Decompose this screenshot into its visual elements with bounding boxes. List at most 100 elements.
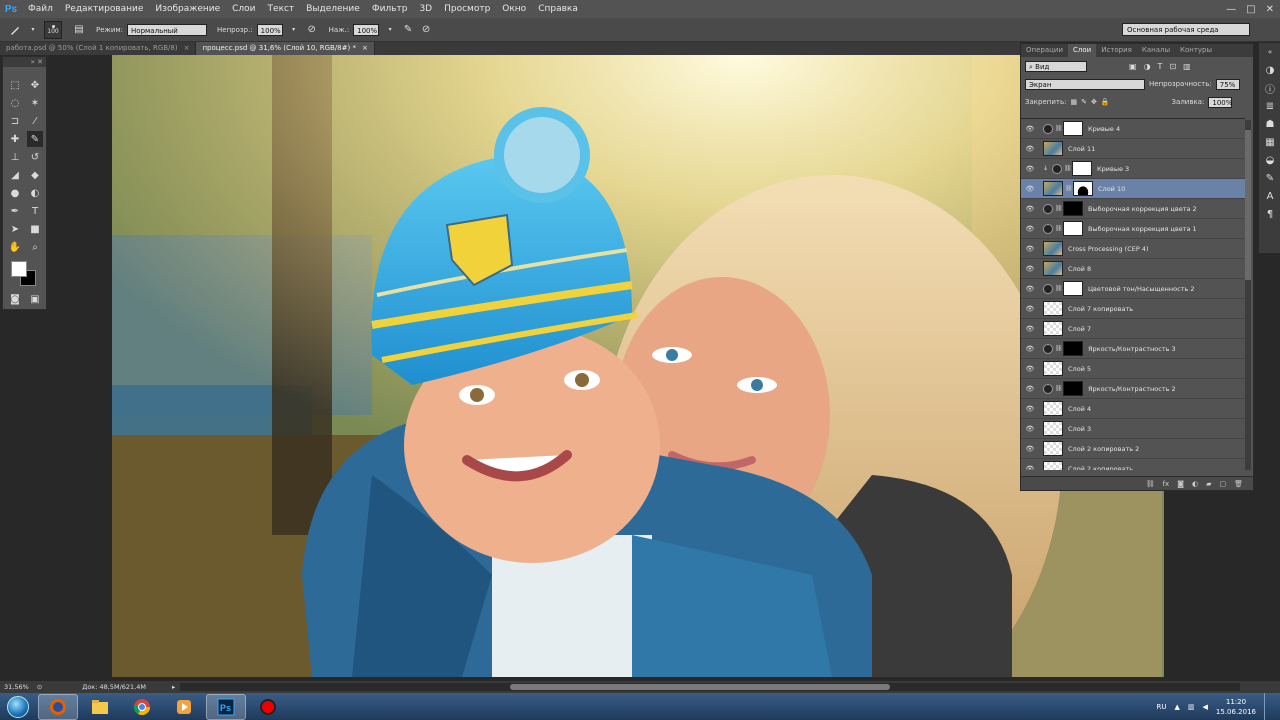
history-brush-icon[interactable]: ↺ — [27, 149, 43, 165]
brush-tool-icon[interactable] — [8, 23, 22, 37]
menu-filter[interactable]: Фильтр — [366, 0, 414, 18]
workspace-select[interactable]: Основная рабочая среда — [1122, 23, 1250, 36]
network-icon[interactable]: ▥ — [1188, 703, 1195, 711]
visibility-eye-icon[interactable]: 👁 — [1021, 425, 1039, 433]
layer-thumbnail[interactable] — [1043, 421, 1063, 436]
layer-thumbnail[interactable] — [1043, 181, 1063, 196]
quick-mask-icon[interactable]: ◙ — [7, 291, 23, 307]
layer-thumbnail[interactable] — [1043, 261, 1063, 276]
link-icon[interactable]: ⛓ — [1146, 480, 1155, 488]
styles-panel-icon[interactable]: ☗ — [1259, 115, 1280, 133]
layer-name[interactable]: Кривые 3 — [1097, 165, 1129, 173]
horizontal-scrollbar[interactable] — [180, 683, 1240, 691]
screen-mode-icon[interactable]: ▣ — [27, 291, 43, 307]
tab-actions[interactable]: Операции — [1021, 44, 1068, 57]
menu-text[interactable]: Текст — [262, 0, 301, 18]
layer-row[interactable]: 👁 Слой 3 — [1021, 419, 1245, 439]
lock-paint-icon[interactable]: ✎ — [1081, 98, 1087, 106]
lock-all-icon[interactable]: 🔒 — [1101, 98, 1110, 106]
visibility-eye-icon[interactable]: 👁 — [1021, 205, 1039, 213]
layer-filter-select[interactable]: ⌕ Вид — [1025, 60, 1087, 72]
layer-mask-thumbnail[interactable] — [1063, 221, 1083, 236]
layer-thumbnail[interactable] — [1043, 301, 1063, 316]
adjustment-icon[interactable]: ◐ — [1192, 480, 1198, 488]
taskbar-recorder[interactable] — [248, 694, 288, 720]
flow-input[interactable]: 100% — [353, 23, 380, 36]
visibility-eye-icon[interactable]: 👁 — [1021, 385, 1039, 393]
new-layer-icon[interactable]: ▢ — [1219, 480, 1226, 488]
layer-row[interactable]: 👁 ↓ ⛓ Кривые 3 — [1021, 159, 1245, 179]
taskbar-explorer[interactable] — [80, 694, 120, 720]
mask-icon[interactable]: ◙ — [1177, 480, 1184, 488]
visibility-eye-icon[interactable]: 👁 — [1021, 405, 1039, 413]
layer-row[interactable]: 👁 Слой 2 копировать — [1021, 459, 1245, 470]
trash-icon[interactable]: 🗑 — [1234, 480, 1243, 488]
visibility-eye-icon[interactable]: 👁 — [1021, 125, 1039, 133]
filter-smart-icon[interactable]: ▥ — [1183, 62, 1191, 71]
color-panel-icon[interactable]: ◑ — [1259, 61, 1280, 79]
layer-row[interactable]: 👁 ⛓ Цветовой тон/Насыщенность 2 — [1021, 279, 1245, 299]
chevron-down-icon[interactable]: ▾ — [383, 23, 397, 37]
layer-name[interactable]: Слой 10 — [1098, 185, 1125, 193]
clock[interactable]: 11:20 15.06.2016 — [1216, 697, 1256, 717]
visibility-eye-icon[interactable]: 👁 — [1021, 225, 1039, 233]
layer-mask-thumbnail[interactable] — [1063, 381, 1083, 396]
paint-bucket-icon[interactable]: ◆ — [27, 167, 43, 183]
volume-icon[interactable]: ◀ — [1203, 703, 1208, 711]
layer-thumbnail[interactable] — [1043, 401, 1063, 416]
info-panel-icon[interactable]: ⓘ — [1259, 79, 1280, 97]
layer-name[interactable]: Слой 7 — [1068, 325, 1091, 333]
close-button[interactable]: ✕ — [1266, 4, 1274, 15]
folder-icon[interactable]: ▰ — [1206, 480, 1211, 488]
visibility-eye-icon[interactable]: 👁 — [1021, 325, 1039, 333]
tab-close-icon[interactable]: × — [362, 42, 368, 55]
filter-adjustment-icon[interactable]: ◑ — [1144, 62, 1151, 71]
visibility-eye-icon[interactable]: 👁 — [1021, 345, 1039, 353]
foreground-color-swatch[interactable] — [11, 261, 27, 277]
layer-row[interactable]: 👁 Слой 5 — [1021, 359, 1245, 379]
layer-row[interactable]: 👁 ⛓ Слой 10 — [1021, 179, 1245, 199]
tab-layers[interactable]: Слои — [1068, 44, 1097, 57]
layer-row[interactable]: 👁 ⛓ Выборочная коррекция цвета 1 — [1021, 219, 1245, 239]
mask-link-icon[interactable]: ⛓ — [1055, 385, 1063, 392]
visibility-eye-icon[interactable]: 👁 — [1021, 365, 1039, 373]
visibility-eye-icon[interactable]: 👁 — [1021, 465, 1039, 471]
magic-wand-icon[interactable]: ✶ — [27, 95, 43, 111]
scroll-thumb[interactable] — [1245, 130, 1251, 280]
taskbar-photoshop[interactable]: Ps — [206, 693, 246, 720]
shape-tool-icon[interactable]: ■ — [27, 221, 43, 237]
menu-3d[interactable]: 3D — [413, 0, 438, 18]
mask-link-icon[interactable]: ⛓ — [1065, 185, 1073, 192]
minimize-button[interactable]: — — [1226, 4, 1236, 15]
maximize-button[interactable]: □ — [1246, 4, 1255, 15]
layer-row[interactable]: 👁 ⛓ Яркость/Контрастность 2 — [1021, 379, 1245, 399]
filter-pixel-icon[interactable]: ▣ — [1129, 62, 1137, 71]
layer-name[interactable]: Слой 4 — [1068, 405, 1091, 413]
lock-transparent-icon[interactable]: ▦ — [1070, 98, 1077, 106]
hand-tool-icon[interactable]: ✋ — [7, 239, 23, 255]
layer-row[interactable]: 👁 ⛓ Яркость/Контрастность 3 — [1021, 339, 1245, 359]
visibility-eye-icon[interactable]: 👁 — [1021, 265, 1039, 273]
layer-name[interactable]: Выборочная коррекция цвета 2 — [1088, 205, 1197, 213]
menu-edit[interactable]: Редактирование — [59, 0, 150, 18]
mask-link-icon[interactable]: ⛓ — [1055, 345, 1063, 352]
brush-panel-icon[interactable]: ▤ — [72, 23, 86, 37]
layer-name[interactable]: Слой 11 — [1068, 145, 1095, 153]
adjustments-panel-icon[interactable]: ≣ — [1259, 97, 1280, 115]
zoom-tool-icon[interactable]: ⌕ — [27, 239, 43, 255]
menu-select[interactable]: Выделение — [300, 0, 366, 18]
layer-mask-thumbnail[interactable] — [1063, 281, 1083, 296]
menu-help[interactable]: Справка — [532, 0, 584, 18]
filter-shape-icon[interactable]: ⊡ — [1169, 62, 1176, 71]
pen-tool-icon[interactable]: ✒ — [7, 203, 23, 219]
layer-name[interactable]: Выборочная коррекция цвета 1 — [1088, 225, 1197, 233]
layer-mask-thumbnail[interactable] — [1063, 121, 1083, 136]
clone-stamp-icon[interactable]: ⊥ — [7, 149, 23, 165]
visibility-eye-icon[interactable]: 👁 — [1021, 445, 1039, 453]
navigator-panel-icon[interactable]: ◒ — [1259, 151, 1280, 169]
layer-row[interactable]: 👁 ⛓ Кривые 4 — [1021, 119, 1245, 139]
visibility-eye-icon[interactable]: 👁 — [1021, 145, 1039, 153]
crop-tool-icon[interactable]: ⊐ — [7, 113, 23, 129]
layer-mask-thumbnail[interactable] — [1073, 181, 1093, 196]
type-tool-icon[interactable]: T — [27, 203, 43, 219]
